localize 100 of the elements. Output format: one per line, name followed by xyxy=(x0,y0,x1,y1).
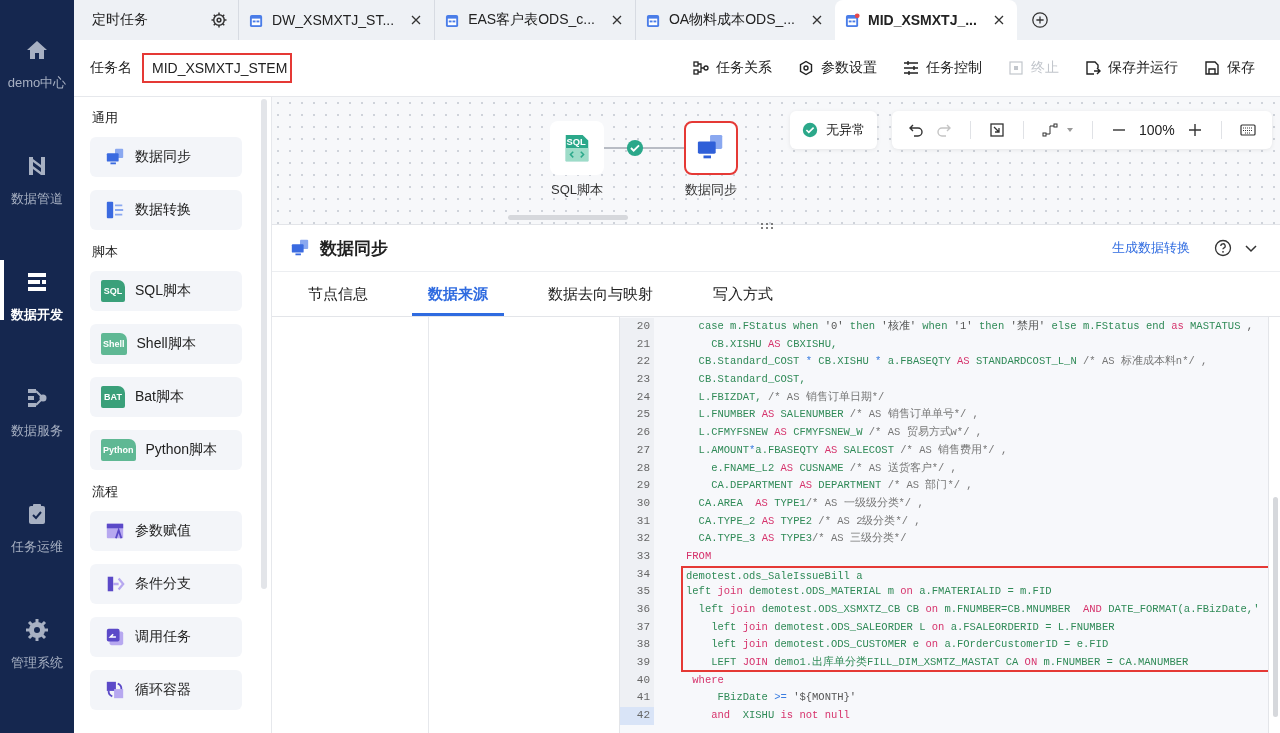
close-icon[interactable] xyxy=(811,14,823,26)
nav-item[interactable]: demo中心 xyxy=(0,30,74,146)
palette-item[interactable]: SQL SQL脚本 xyxy=(90,271,242,311)
script-file-icon: BAT xyxy=(101,386,125,408)
loop-icon xyxy=(105,680,125,700)
line-number: 32 xyxy=(620,530,654,548)
check-icon xyxy=(626,139,644,157)
code-line: CB.Standard_COST * CB.XISHU * a.FBASEQTY AS STANDARDCOST_L_N /* AS 标准成本料n*/ , xyxy=(697,354,1209,370)
schedule-tab[interactable]: 定时任务 xyxy=(74,11,210,29)
file-arrow-icon xyxy=(1085,60,1101,76)
code-line: CA.TYPE_3 AS TYPE3/* AS 三级分类*/ xyxy=(697,531,908,547)
code-line: LEFT JOIN demo1.出库单分类FILL_DIM_XSMTZ_MASTAT CA ON m.FNUMBER = CA.MANUMBER xyxy=(681,654,1268,672)
branch-icon xyxy=(105,574,125,594)
parameter-icon xyxy=(105,521,125,541)
code-line: and XISHU is not null xyxy=(710,708,851,724)
sync-icon xyxy=(105,147,125,167)
nodes-icon xyxy=(693,60,709,76)
code-line: CA.TYPE_2 AS TYPE2 /* AS 2级分类*/ , xyxy=(697,513,922,529)
code-line: L.CFMYFSNEW AS CFMYFSNEW_W /* AS 贸易方式w*/ , xyxy=(697,425,984,441)
add-tab-icon[interactable] xyxy=(1030,11,1049,29)
status-chip: 无异常 xyxy=(790,111,877,149)
palette-item[interactable]: 循环容器 xyxy=(90,670,242,710)
editor-tab[interactable]: MID_XSMXTJ_... xyxy=(835,0,1017,40)
code-line: L.FNUMBER AS SALENUMBER /* AS 销售订单单号*/ , xyxy=(697,407,980,423)
code-line: demotest.ods_SaleIssueBill a xyxy=(681,565,1268,584)
nav-item[interactable]: 数据开发 xyxy=(0,262,74,378)
script-file-icon: SQL xyxy=(101,280,125,302)
toolbar-button[interactable]: 保存 xyxy=(1191,59,1268,77)
line-number: 25 xyxy=(620,406,654,425)
generate-link[interactable]: 生成数据转换 xyxy=(1112,239,1190,257)
toolbar-button[interactable]: 参数设置 xyxy=(785,59,890,77)
toolbar-button[interactable]: 任务控制 xyxy=(890,59,995,77)
editor-tab[interactable]: OA物料成本ODS_... xyxy=(634,0,835,40)
palette-item[interactable]: 参数赋值 xyxy=(90,511,242,551)
group-heading: 通用 xyxy=(92,109,119,127)
palette-item[interactable]: 条件分支 xyxy=(90,564,242,604)
palette-item[interactable]: Python Python脚本 xyxy=(90,430,242,470)
code-line: CA.DEPARTMENT AS DEPARTMENT /* AS 部门*/ , xyxy=(710,478,974,494)
line-number: 39 xyxy=(620,654,654,672)
toolbar-button[interactable]: 保存并运行 xyxy=(1072,59,1191,77)
line-number: 38 xyxy=(620,636,654,655)
palette-item[interactable]: 数据同步 xyxy=(90,137,242,177)
sliders-icon xyxy=(903,60,919,76)
code-line: left join demotest.ODS_MATERIAL m on a.FMATERIALID = m.FID xyxy=(681,583,1268,601)
line-number: 42 xyxy=(620,707,654,725)
editor-tab[interactable]: DW_XSMXTJ_ST... xyxy=(238,0,435,40)
code-line: left join demotest.ODS_SALEORDER L on a.FSALEORDERID = L.FNUMBER xyxy=(681,618,1268,637)
nav-item[interactable]: 数据服务 xyxy=(0,378,74,494)
settings-icon xyxy=(798,60,814,76)
palette-item[interactable]: 调用任务 xyxy=(90,617,242,657)
script-file-icon: Python xyxy=(101,439,136,461)
palette-item[interactable]: Shell Shell脚本 xyxy=(90,324,242,364)
code-line: e.FNAME_L2 AS CUSNAME /* AS 送货客户*/ , xyxy=(710,460,958,476)
nav-item[interactable]: 管理系统 xyxy=(0,610,74,726)
group-heading: 流程 xyxy=(92,483,119,501)
undo-icon[interactable] xyxy=(908,122,924,138)
palette-item[interactable]: BAT Bat脚本 xyxy=(90,377,242,417)
code-line: left join demotest.ODS_XSMXTZ_CB CB on m.FNUMBER=CB.MNUMBER AND DATE_FORMAT(a.FBizDate,' xyxy=(681,601,1268,619)
close-icon[interactable] xyxy=(410,14,423,26)
panel-tab[interactable]: 节点信息 xyxy=(292,272,384,316)
nav-item[interactable]: 数据管道 xyxy=(0,146,74,262)
flow-node[interactable] xyxy=(684,121,738,175)
zoom-level: 100% xyxy=(1139,122,1175,138)
caret-icon[interactable] xyxy=(1066,126,1074,134)
close-icon[interactable] xyxy=(992,14,1005,26)
line-number: 26 xyxy=(620,424,654,442)
network-icon xyxy=(25,386,49,410)
editor-tab[interactable]: EAS客户表ODS_c... xyxy=(434,0,635,40)
group-heading: 脚本 xyxy=(92,243,119,261)
line-number: 22 xyxy=(620,353,654,372)
line-number: 41 xyxy=(620,689,654,708)
save-icon xyxy=(1204,60,1220,76)
node-label: 数据同步 xyxy=(685,181,737,199)
code-line: CB.XISHU AS CBXISHU, xyxy=(710,336,839,352)
keyboard-icon[interactable] xyxy=(1239,122,1256,138)
resize-handle-icon[interactable] xyxy=(760,222,774,230)
zoom-in-icon[interactable] xyxy=(1186,122,1203,138)
line-number: 29 xyxy=(620,477,654,495)
panel-tab[interactable]: 数据来源 xyxy=(412,272,504,316)
close-icon[interactable] xyxy=(610,14,623,26)
help-icon[interactable] xyxy=(1214,239,1232,257)
nav-item[interactable]: 任务运维 xyxy=(0,494,74,610)
sync-icon xyxy=(290,238,310,258)
stop-icon xyxy=(1008,60,1024,76)
settings-icon xyxy=(25,618,49,642)
panel-tab[interactable]: 数据去向与映射 xyxy=(532,272,669,316)
palette-item[interactable]: 数据转换 xyxy=(90,190,242,230)
script-file-icon: Shell xyxy=(101,333,127,355)
line-number: 23 xyxy=(620,371,654,389)
fit-view-icon[interactable] xyxy=(989,122,1005,138)
panel-tab[interactable]: 写入方式 xyxy=(697,272,789,316)
code-line: left join demotest.ODS_CUSTOMER e on a.FOrderCustomerID = e.FID xyxy=(681,636,1268,655)
settings-icon[interactable] xyxy=(210,11,228,29)
call-icon xyxy=(105,627,125,647)
check-icon xyxy=(802,122,818,138)
code-line: L.FBIZDAT, /* AS 销售订单日期*/ xyxy=(697,389,886,405)
connector-style-icon[interactable] xyxy=(1042,122,1058,138)
toolbar-button[interactable]: 任务关系 xyxy=(680,59,785,77)
task-name-field[interactable]: MID_XSMXTJ_STEM xyxy=(142,53,292,83)
panel-title: 数据同步 xyxy=(320,237,388,260)
